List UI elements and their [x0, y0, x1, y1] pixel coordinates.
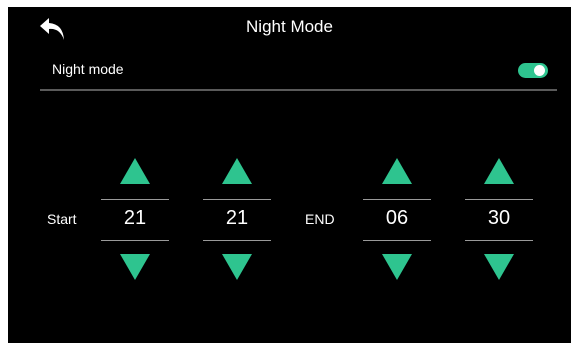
end-minute-spinner: 30	[465, 157, 533, 283]
spinner-top-line	[363, 199, 431, 200]
start-minute-increment-button[interactable]	[221, 157, 253, 185]
triangle-down-icon	[222, 254, 252, 280]
triangle-down-icon	[484, 254, 514, 280]
start-minute-value[interactable]: 21	[203, 207, 271, 230]
spinner-bottom-line	[363, 240, 431, 241]
end-hour-value[interactable]: 06	[363, 207, 431, 230]
start-minute-decrement-button[interactable]	[221, 253, 253, 281]
start-hour-spinner: 21	[101, 157, 169, 283]
triangle-down-icon	[382, 254, 412, 280]
triangle-down-icon	[120, 254, 150, 280]
start-minute-spinner: 21	[203, 157, 271, 283]
end-hour-increment-button[interactable]	[381, 157, 413, 185]
toggle-knob	[534, 65, 545, 76]
triangle-up-icon	[484, 158, 514, 184]
triangle-up-icon	[222, 158, 252, 184]
start-hour-decrement-button[interactable]	[119, 253, 151, 281]
end-label: END	[305, 211, 335, 227]
start-label: Start	[47, 211, 77, 227]
night-mode-label: Night mode	[52, 61, 124, 77]
end-hour-spinner: 06	[363, 157, 431, 283]
spinner-bottom-line	[203, 240, 271, 241]
end-minute-value[interactable]: 30	[465, 207, 533, 230]
night-mode-setting-row: Night mode	[40, 55, 558, 89]
end-minute-decrement-button[interactable]	[483, 253, 515, 281]
start-hour-increment-button[interactable]	[119, 157, 151, 185]
page-title: Night Mode	[246, 17, 333, 36]
triangle-up-icon	[382, 158, 412, 184]
night-mode-toggle[interactable]	[518, 63, 548, 78]
spinner-bottom-line	[101, 240, 169, 241]
triangle-up-icon	[120, 158, 150, 184]
end-hour-decrement-button[interactable]	[381, 253, 413, 281]
divider	[40, 89, 557, 91]
spinner-top-line	[203, 199, 271, 200]
spinner-bottom-line	[465, 240, 533, 241]
night-mode-screen: Night Mode Night mode Start 21 21 END 06…	[8, 7, 571, 343]
spinner-top-line	[101, 199, 169, 200]
start-hour-value[interactable]: 21	[101, 207, 169, 230]
end-minute-increment-button[interactable]	[483, 157, 515, 185]
spinner-top-line	[465, 199, 533, 200]
